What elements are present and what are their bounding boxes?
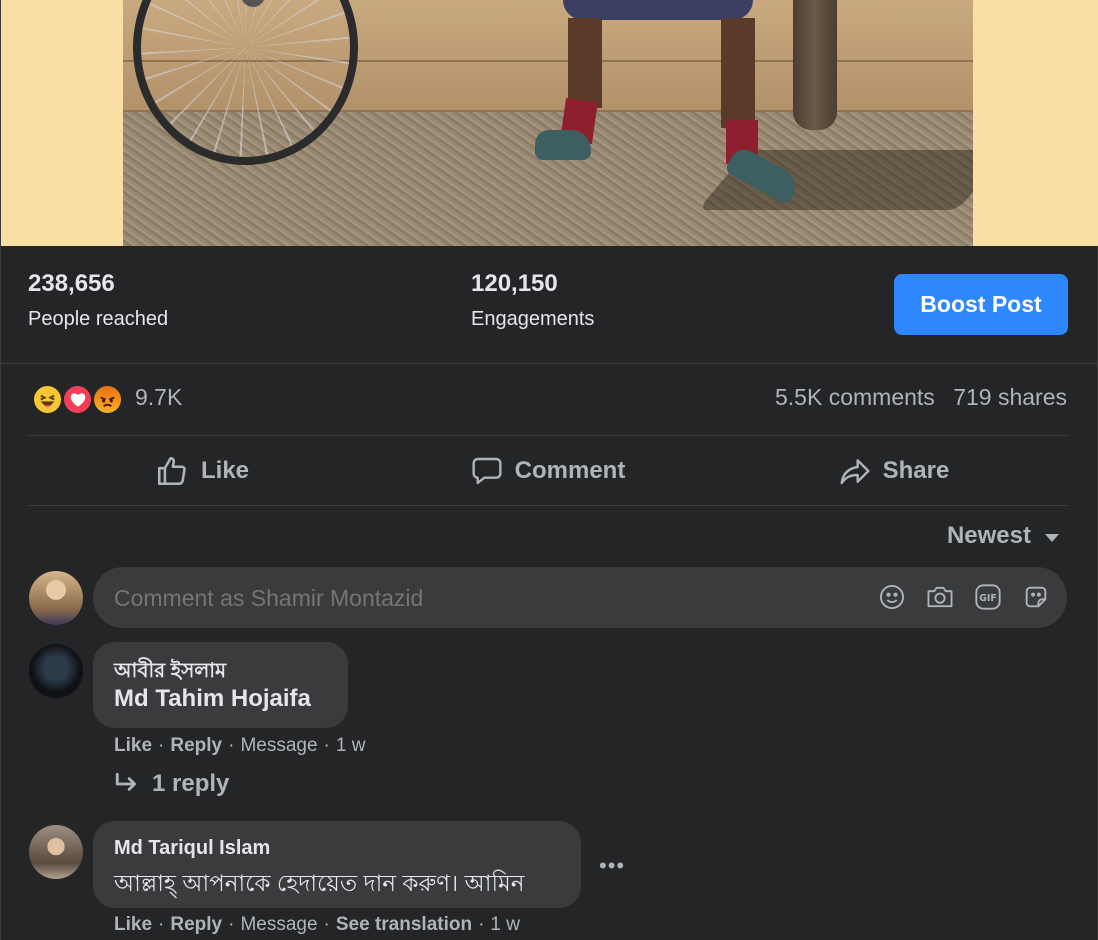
emoji-icon[interactable] [877,582,907,612]
separator-dot: · [323,914,330,935]
thumbs-up-icon [157,456,186,485]
engagement-counts: 5.5K comments 719 shares [775,384,1067,411]
caret-down-icon [1045,534,1059,542]
comment-bubble-icon [472,457,502,484]
separator-dot: · [158,914,165,935]
like-button[interactable]: Like [29,436,375,505]
more-options-icon[interactable]: ••• [599,853,625,879]
see-translation-link[interactable]: See translation [336,914,472,935]
sticker-icon[interactable] [1021,582,1051,612]
photo-pipe [793,0,837,130]
comments-count[interactable]: 5.5K comments [775,384,935,410]
svg-text:GIF: GIF [979,593,997,604]
boost-post-button[interactable]: Boost Post [894,274,1068,335]
reaction-icons[interactable] [32,384,128,415]
separator-dot: · [228,735,235,756]
comment-reply-link[interactable]: Reply [170,914,222,935]
camera-icon[interactable] [925,582,955,612]
photo-leg-left [568,18,602,108]
comment-button[interactable]: Comment [375,436,721,505]
reply-arrow-icon [115,772,136,791]
comment-bubble: আবীর ইসলাম Md Tahim Hojaifa [93,642,348,728]
love-reaction-icon [62,384,93,415]
comment-text[interactable]: Md Tahim Hojaifa [114,685,311,713]
separator-dot: · [158,735,165,756]
share-label: Share [882,456,950,484]
current-user-avatar[interactable] [29,571,83,625]
comment-reply-link[interactable]: Reply [170,735,222,756]
comment-text: আল্লাহ্ আপনাকে হেদায়েত দান করুণ। আমিন [114,870,525,896]
gif-icon[interactable]: GIF [973,582,1003,612]
comment-timestamp[interactable]: 1 w [336,735,366,756]
comment-bubble: Md Tariqul Islam আল্লাহ্ আপনাকে হেদায়েত… [93,821,581,908]
like-label: Like [200,456,250,484]
commenter-avatar[interactable] [29,825,83,879]
photo-leg-right [721,18,755,128]
people-reached-label: People reached [28,308,169,330]
reaction-count[interactable]: 9.7K [135,384,182,411]
post-photo-frame [1,0,1098,246]
sort-label: Newest [946,522,1031,549]
replies-count: 1 reply [152,770,230,797]
photo-shorts [563,0,753,20]
comment-sort-dropdown[interactable]: Newest [947,522,1059,550]
people-reached-value: 238,656 [28,270,115,297]
comment-like-link[interactable]: Like [114,735,152,756]
separator-dot: · [478,914,485,935]
comment-input[interactable] [114,585,814,612]
view-replies-link[interactable]: 1 reply [114,770,229,798]
post-action-bar: Like Comment Share [29,436,1067,506]
comment-like-link[interactable]: Like [114,914,152,935]
comment-label: Comment [514,456,626,484]
share-arrow-icon [840,458,870,484]
separator-dot: · [228,914,235,935]
post-photo[interactable] [123,0,973,246]
photo-shoe-left [535,130,591,160]
angry-reaction-icon [92,384,123,415]
comment-composer[interactable]: GIF [93,567,1067,628]
engagements-label: Engagements [471,308,595,330]
comment-actions: Like · Reply · Message · See translation · 1 w [114,914,520,936]
engagements-value: 120,150 [471,270,558,297]
shares-count[interactable]: 719 shares [953,384,1067,410]
photo-wheel-hub [241,0,265,7]
post-panel: 238,656 People reached 120,150 Engagemen… [0,0,1098,940]
commenter-avatar[interactable] [29,644,83,698]
comment-timestamp[interactable]: 1 w [490,914,520,935]
separator-dot: · [323,735,330,756]
reactions-summary: 9.7K 5.5K comments 719 shares [29,364,1067,436]
haha-reaction-icon [32,384,63,415]
comment-message-link[interactable]: Message [240,735,317,756]
share-button[interactable]: Share [721,436,1067,505]
comment-actions: Like · Reply · Message · 1 w [114,735,365,757]
comment-author[interactable]: Md Tariqul Islam [114,837,270,860]
comment-message-link[interactable]: Message [240,914,317,935]
